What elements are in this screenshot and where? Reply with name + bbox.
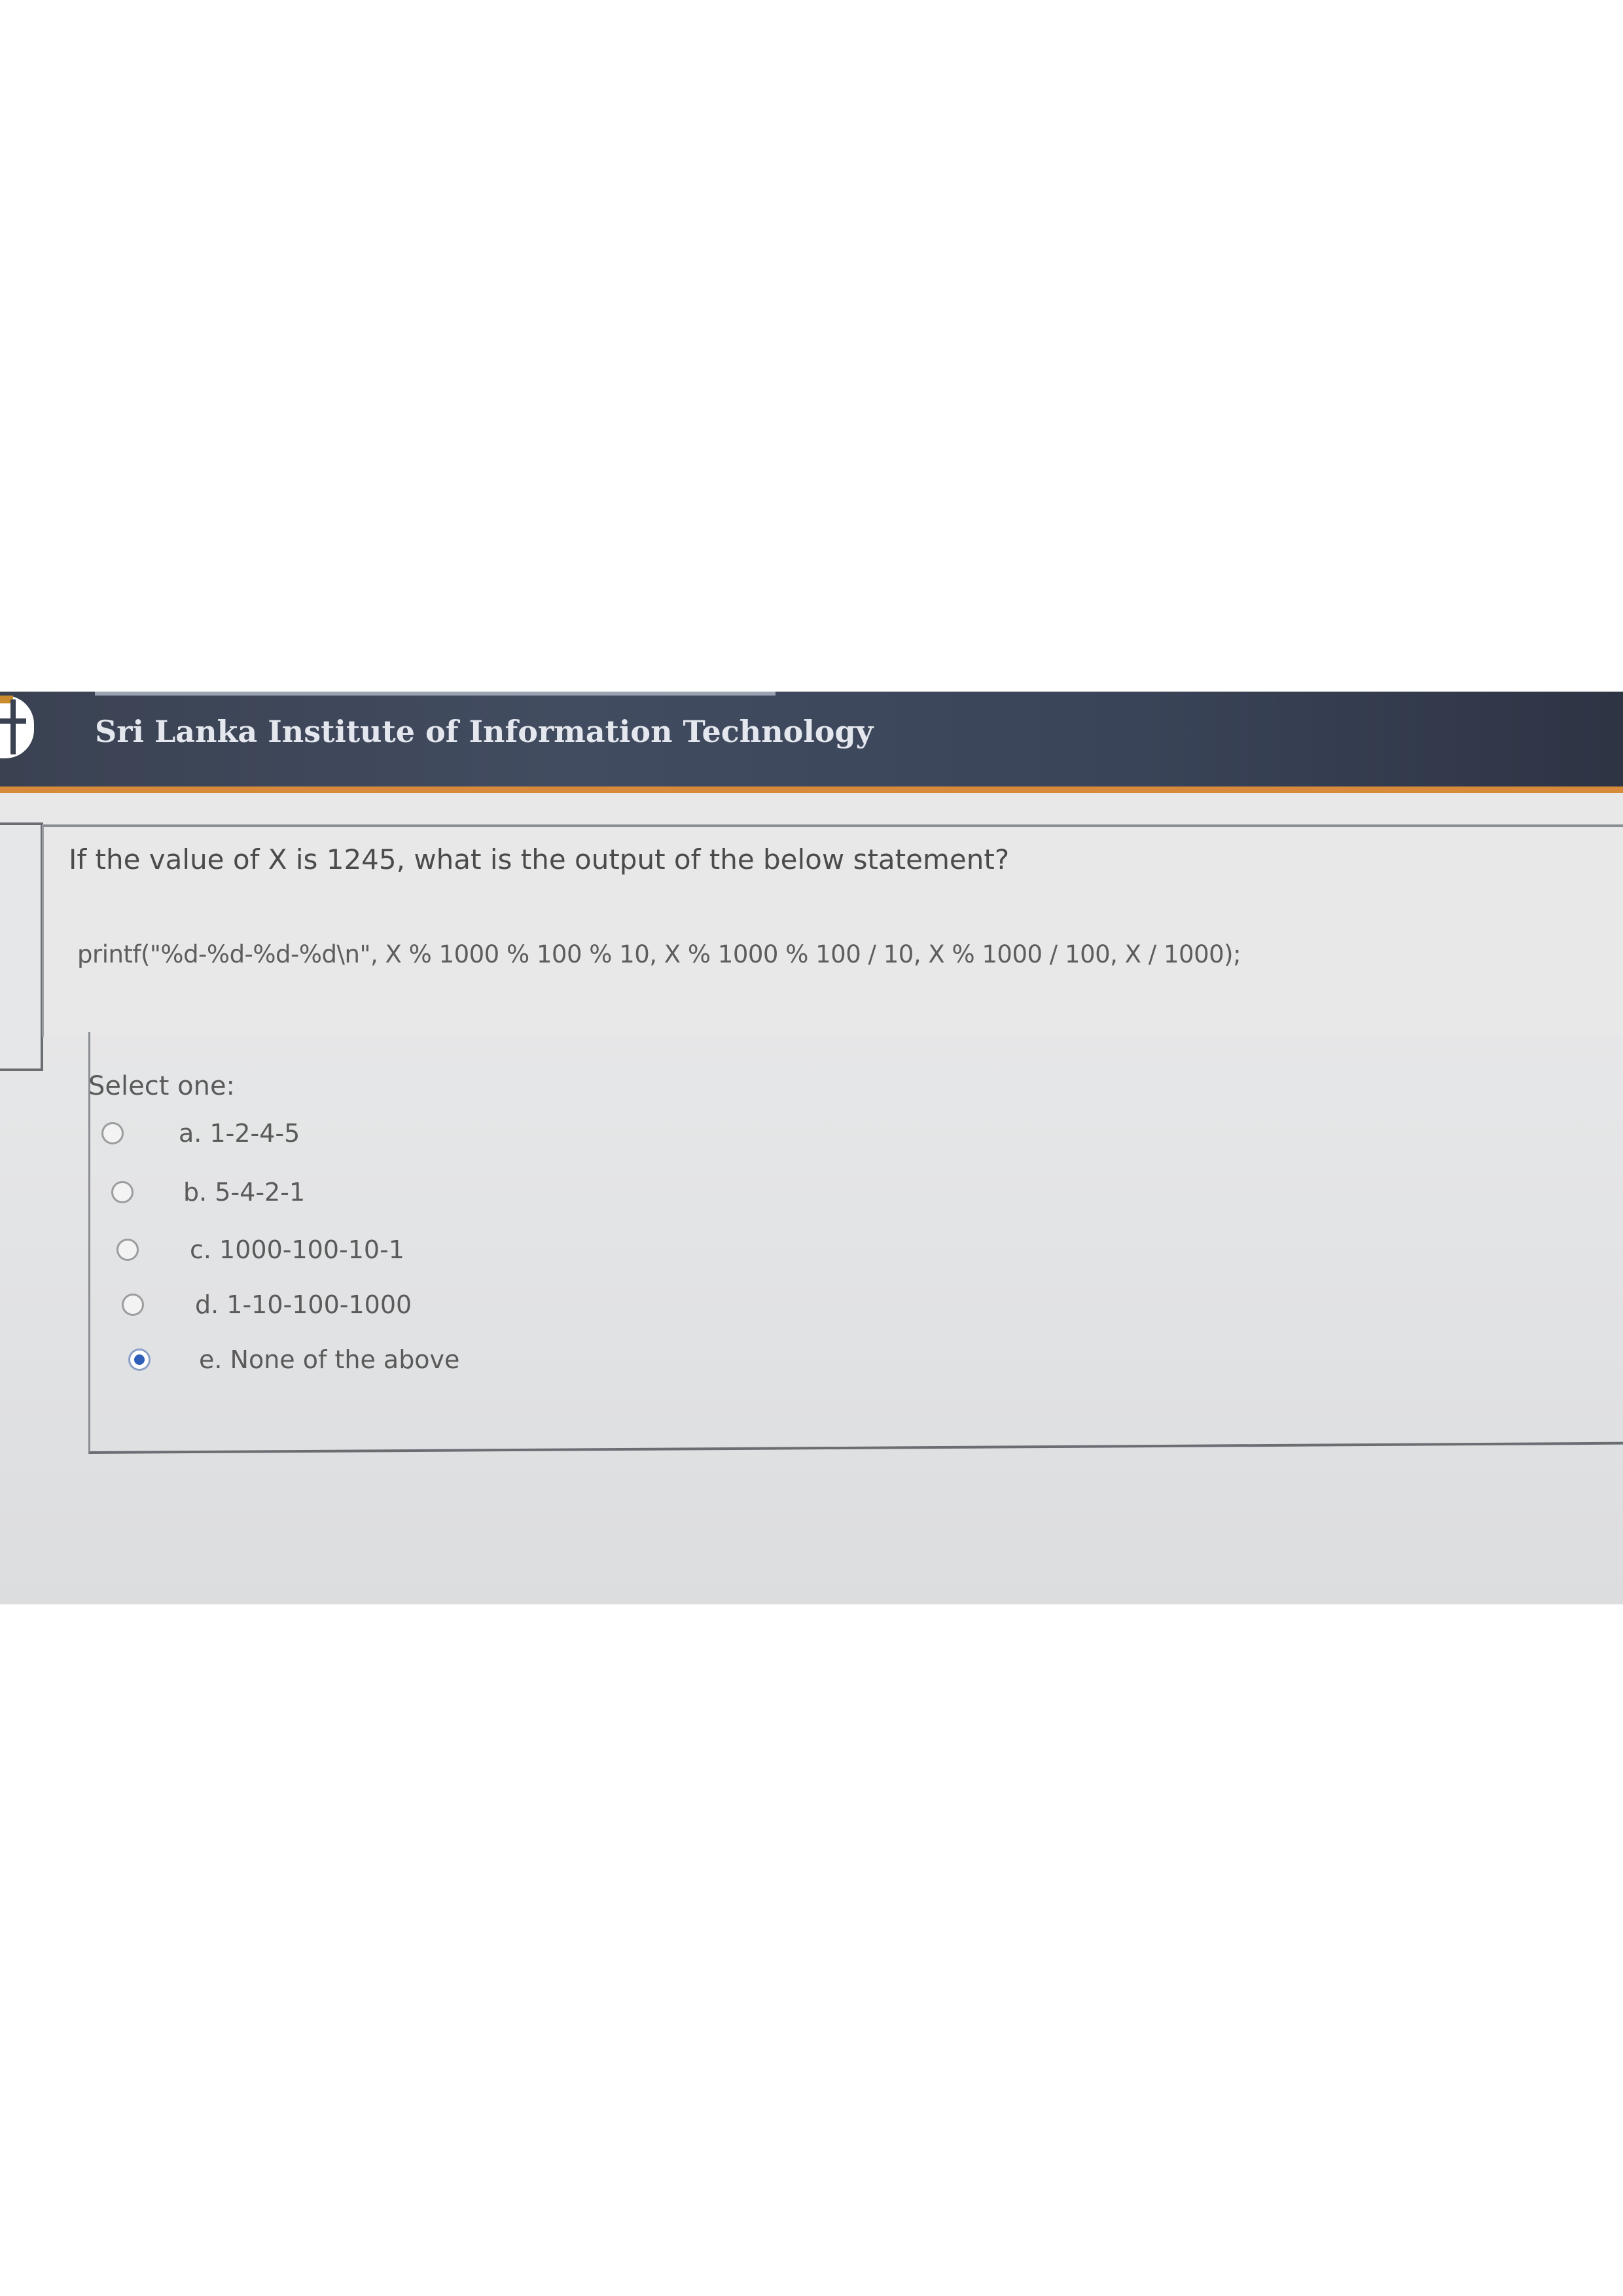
question-code: printf("%d-%d-%d-%d\n", X % 1000 % 100 %… [77,940,1241,968]
site-title[interactable]: Sri Lanka Institute of Information Techn… [95,714,873,749]
answer-label-b[interactable]: b. 5-4-2-1 [183,1176,305,1209]
header-top-line [95,692,776,696]
radio-button-e-selected[interactable] [128,1349,151,1371]
answer-label-a[interactable]: a. 1-2-4-5 [179,1117,300,1150]
answer-label-d[interactable]: d. 1-10-100-1000 [195,1288,412,1321]
site-header: Sri Lanka Institute of Information Techn… [0,692,1623,786]
institute-logo-icon[interactable] [0,696,34,758]
radio-button-b[interactable] [111,1181,134,1203]
select-one-label: Select one: [88,1071,236,1101]
quiz-screen-photo: Sri Lanka Institute of Information Techn… [0,692,1623,1604]
header-accent-line [0,786,1623,793]
answer-label-c[interactable]: c. 1000-100-10-1 [190,1233,404,1266]
radio-button-a[interactable] [101,1122,124,1144]
question-text: If the value of X is 1245, what is the o… [69,843,1010,875]
question-info-panel [0,822,43,1071]
radio-button-d[interactable] [122,1294,144,1316]
answer-label-e[interactable]: e. None of the above [199,1343,459,1376]
radio-button-c[interactable] [116,1239,139,1261]
logo-upright [10,699,16,754]
